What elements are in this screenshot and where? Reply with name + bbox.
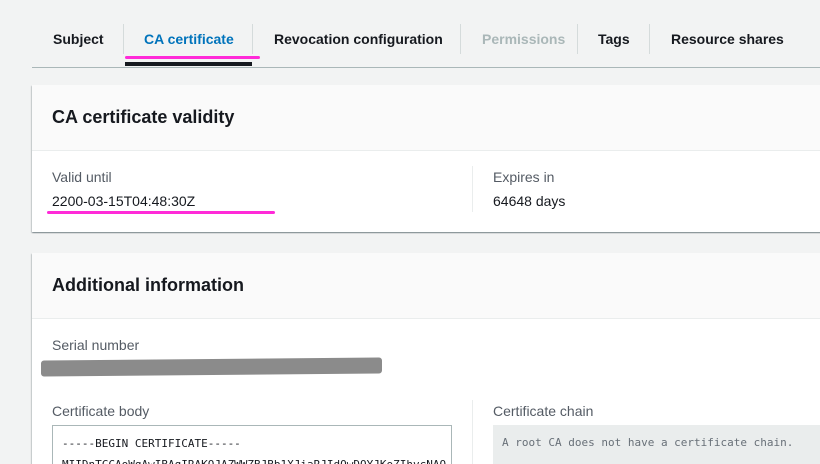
tab-permissions: Permissions [482, 31, 566, 47]
validity-panel-header: CA certificate validity [32, 85, 820, 151]
highlight-underline-valid-until [47, 211, 275, 214]
tab-tags[interactable]: Tags [598, 24, 630, 54]
certificate-body-line: -----BEGIN CERTIFICATE----- [62, 437, 241, 450]
certificate-body-line: MIIDnTCCAoWgAwIBAgIRAKQJAZWWZBJBb1XJiaRJ… [62, 454, 446, 464]
additional-info-panel-header: Additional information [32, 253, 820, 319]
column-divider [472, 166, 473, 212]
serial-number-redaction [41, 357, 382, 377]
validity-panel-title: CA certificate validity [52, 107, 235, 127]
certificate-body-textarea[interactable]: -----BEGIN CERTIFICATE----- MIIDnTCCAoWgA… [52, 425, 452, 464]
additional-info-panel: Additional information Serial number Cer… [32, 253, 820, 464]
expires-in-label: Expires in [493, 169, 555, 185]
valid-until-label: Valid until [52, 169, 112, 185]
tab-divider [577, 24, 578, 54]
certificate-chain-box: A root CA does not have a certificate ch… [493, 425, 820, 464]
tab-divider [252, 24, 253, 54]
tab-subject[interactable]: Subject [53, 24, 104, 54]
tab-divider [649, 24, 650, 54]
additional-info-panel-title: Additional information [52, 275, 244, 295]
validity-panel: CA certificate validity Valid until 2200… [32, 85, 820, 232]
tab-revocation-configuration[interactable]: Revocation configuration [274, 24, 443, 54]
tab-divider [460, 24, 461, 54]
valid-until-value: 2200-03-15T04:48:30Z [52, 193, 196, 209]
active-tab-indicator [125, 62, 252, 66]
serial-number-label: Serial number [52, 337, 140, 353]
certificate-body-label: Certificate body [52, 403, 150, 419]
tab-ca-certificate[interactable]: CA certificate [144, 24, 234, 54]
highlight-underline-tab [125, 56, 260, 59]
expires-in-value: 64648 days [493, 193, 566, 209]
tab-resource-shares[interactable]: Resource shares [671, 24, 784, 54]
column-divider [472, 400, 473, 464]
certificate-chain-label: Certificate chain [493, 403, 594, 419]
tab-divider [123, 24, 124, 54]
